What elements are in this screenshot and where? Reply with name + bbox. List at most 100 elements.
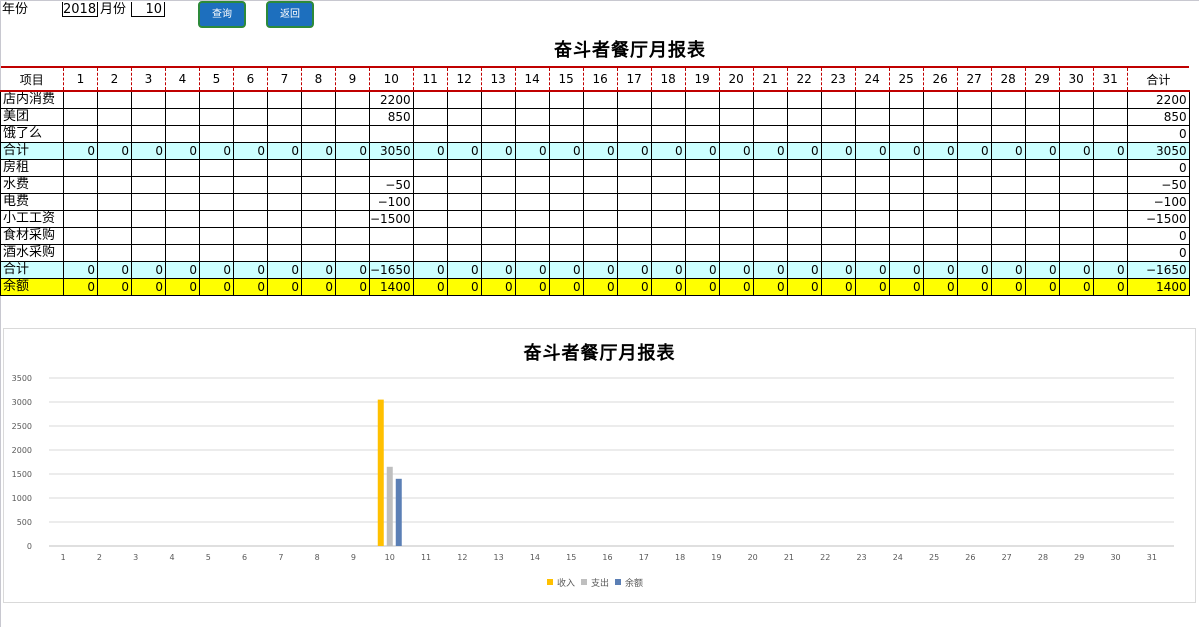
day-cell[interactable]	[233, 176, 268, 194]
day-cell[interactable]	[267, 244, 302, 262]
day-cell[interactable]	[650, 90, 686, 109]
day-cell[interactable]	[1092, 227, 1128, 245]
day-cell[interactable]	[63, 108, 98, 126]
total-cell[interactable]: 1400	[1126, 278, 1190, 296]
day-cell[interactable]	[199, 227, 234, 245]
day-cell[interactable]: 0	[548, 142, 584, 160]
day-cell[interactable]	[446, 90, 482, 109]
day-cell[interactable]: 0	[786, 261, 822, 279]
day-cell[interactable]	[412, 176, 448, 194]
day-cell[interactable]	[1024, 244, 1060, 262]
day-cell[interactable]	[1092, 193, 1128, 211]
day-cell[interactable]	[548, 159, 584, 177]
day-cell[interactable]: 0	[1058, 142, 1094, 160]
day-cell[interactable]: 850	[369, 108, 414, 126]
day-cell[interactable]: −50	[369, 176, 414, 194]
day-cell[interactable]	[582, 210, 618, 228]
day-cell[interactable]	[684, 227, 720, 245]
day-cell[interactable]: 0	[922, 261, 958, 279]
total-cell[interactable]: 0	[1126, 244, 1190, 262]
day-cell[interactable]	[650, 125, 686, 143]
day-cell[interactable]	[888, 108, 924, 126]
day-cell[interactable]: 0	[888, 278, 924, 296]
day-cell[interactable]	[582, 244, 618, 262]
day-cell[interactable]	[199, 193, 234, 211]
day-cell[interactable]	[888, 244, 924, 262]
day-cell[interactable]: 0	[165, 261, 200, 279]
day-cell[interactable]	[480, 159, 516, 177]
day-cell[interactable]: 0	[582, 261, 618, 279]
day-cell[interactable]: 0	[1092, 278, 1128, 296]
day-cell[interactable]	[514, 90, 550, 109]
total-cell[interactable]: 0	[1126, 125, 1190, 143]
day-cell[interactable]: 0	[199, 278, 234, 296]
day-cell[interactable]	[752, 227, 788, 245]
day-cell[interactable]	[480, 108, 516, 126]
day-cell[interactable]	[446, 227, 482, 245]
day-cell[interactable]: 0	[446, 278, 482, 296]
day-cell[interactable]: 0	[922, 142, 958, 160]
day-cell[interactable]	[412, 159, 448, 177]
day-cell[interactable]	[97, 193, 132, 211]
day-cell[interactable]	[335, 176, 370, 194]
day-cell[interactable]	[956, 193, 992, 211]
total-cell[interactable]: 850	[1126, 108, 1190, 126]
day-cell[interactable]	[301, 90, 336, 109]
day-cell[interactable]	[1058, 159, 1094, 177]
day-cell[interactable]	[854, 227, 890, 245]
day-cell[interactable]	[854, 176, 890, 194]
day-cell[interactable]	[956, 244, 992, 262]
day-cell[interactable]	[233, 125, 268, 143]
day-cell[interactable]: 0	[616, 142, 652, 160]
day-cell[interactable]	[131, 159, 166, 177]
day-cell[interactable]: 0	[548, 278, 584, 296]
day-cell[interactable]	[369, 125, 414, 143]
day-cell[interactable]	[267, 227, 302, 245]
day-cell[interactable]	[718, 159, 754, 177]
day-cell[interactable]	[650, 244, 686, 262]
day-cell[interactable]	[165, 227, 200, 245]
day-cell[interactable]	[335, 227, 370, 245]
day-cell[interactable]	[369, 159, 414, 177]
day-cell[interactable]	[301, 227, 336, 245]
day-cell[interactable]: 0	[990, 278, 1026, 296]
day-cell[interactable]	[616, 176, 652, 194]
day-cell[interactable]: 0	[854, 278, 890, 296]
day-cell[interactable]	[1058, 210, 1094, 228]
day-cell[interactable]	[990, 210, 1026, 228]
day-cell[interactable]	[446, 159, 482, 177]
day-cell[interactable]	[990, 159, 1026, 177]
day-cell[interactable]	[684, 210, 720, 228]
day-cell[interactable]: 0	[131, 142, 166, 160]
day-cell[interactable]	[97, 176, 132, 194]
day-cell[interactable]: 0	[412, 261, 448, 279]
day-cell[interactable]	[480, 125, 516, 143]
day-cell[interactable]: 0	[1024, 142, 1060, 160]
day-cell[interactable]: 0	[956, 278, 992, 296]
day-cell[interactable]	[514, 159, 550, 177]
row-label[interactable]: 美团	[0, 108, 64, 126]
day-cell[interactable]	[131, 227, 166, 245]
day-cell[interactable]	[616, 108, 652, 126]
day-cell[interactable]	[616, 210, 652, 228]
day-cell[interactable]	[1092, 176, 1128, 194]
day-cell[interactable]	[301, 193, 336, 211]
day-cell[interactable]	[480, 176, 516, 194]
day-cell[interactable]	[335, 125, 370, 143]
day-cell[interactable]	[514, 227, 550, 245]
day-cell[interactable]	[582, 159, 618, 177]
day-cell[interactable]	[335, 193, 370, 211]
day-cell[interactable]: 0	[514, 278, 550, 296]
day-cell[interactable]	[233, 193, 268, 211]
day-cell[interactable]	[956, 176, 992, 194]
day-cell[interactable]: 0	[199, 261, 234, 279]
day-cell[interactable]	[752, 210, 788, 228]
day-cell[interactable]	[1024, 210, 1060, 228]
day-cell[interactable]	[548, 90, 584, 109]
day-cell[interactable]	[131, 210, 166, 228]
day-cell[interactable]: 0	[63, 142, 98, 160]
day-cell[interactable]	[446, 244, 482, 262]
day-cell[interactable]: 3050	[369, 142, 414, 160]
day-cell[interactable]	[854, 108, 890, 126]
day-cell[interactable]	[199, 210, 234, 228]
